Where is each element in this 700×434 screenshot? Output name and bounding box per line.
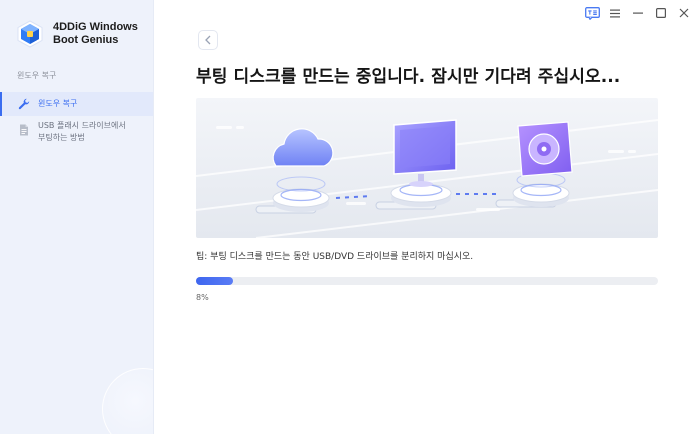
close-icon: [679, 8, 689, 18]
sidebar-item-label: USB 플래시 드라이브에서 부팅하는 방법: [38, 120, 126, 144]
maximize-icon: [656, 8, 666, 18]
wrench-icon: [18, 98, 30, 110]
maximize-button[interactable]: [653, 5, 669, 21]
menu-button[interactable]: [607, 5, 623, 21]
sidebar: 4DDiG Windows Boot Genius 윈도우 복구 윈도우 복구 …: [0, 0, 154, 434]
menu-icon: [610, 9, 620, 17]
brand: 4DDiG Windows Boot Genius: [17, 20, 153, 48]
sidebar-item-label-line1: USB 플래시 드라이브에서: [38, 121, 126, 130]
minimize-button[interactable]: [630, 5, 646, 21]
sidebar-item-label-line2: 부팅하는 방법: [38, 133, 85, 142]
app-logo-icon: [17, 20, 43, 48]
main-panel: 부팅 디스크를 만드는 중입니다. 잠시만 기다려 주십시오... 팁: 부팅 …: [155, 0, 700, 434]
boot-media-illustration: [196, 98, 658, 238]
tip-text: 팁: 부팅 디스크를 만드는 동안 USB/DVD 드라이브를 분리하지 마십시…: [196, 252, 474, 262]
document-icon: [20, 124, 28, 136]
sidebar-item-usb-boot-guide[interactable]: USB 플래시 드라이브에서 부팅하는 방법: [0, 120, 153, 144]
feedback-button[interactable]: [584, 5, 600, 21]
decorative-circle: [102, 368, 153, 434]
sidebar-section-label: 윈도우 복구: [17, 71, 57, 80]
close-button[interactable]: [676, 5, 692, 21]
app-name-line1: 4DDiG Windows: [53, 21, 138, 33]
back-button[interactable]: [198, 30, 218, 50]
chevron-left-icon: [205, 35, 211, 45]
progress-bar-fill: [196, 277, 233, 285]
page-title: 부팅 디스크를 만드는 중입니다. 잠시만 기다려 주십시오...: [196, 67, 621, 87]
sidebar-item-windows-repair[interactable]: 윈도우 복구: [0, 92, 153, 116]
app-name: 4DDiG Windows Boot Genius: [53, 20, 153, 47]
feedback-icon: [584, 6, 600, 20]
progress-percent: 8%: [196, 293, 209, 302]
app-name-line2: Boot Genius: [53, 34, 119, 46]
sidebar-item-label: 윈도우 복구: [38, 99, 78, 108]
minimize-icon: [633, 12, 643, 14]
progress-bar: [196, 277, 658, 285]
window-controls: [577, 5, 692, 21]
